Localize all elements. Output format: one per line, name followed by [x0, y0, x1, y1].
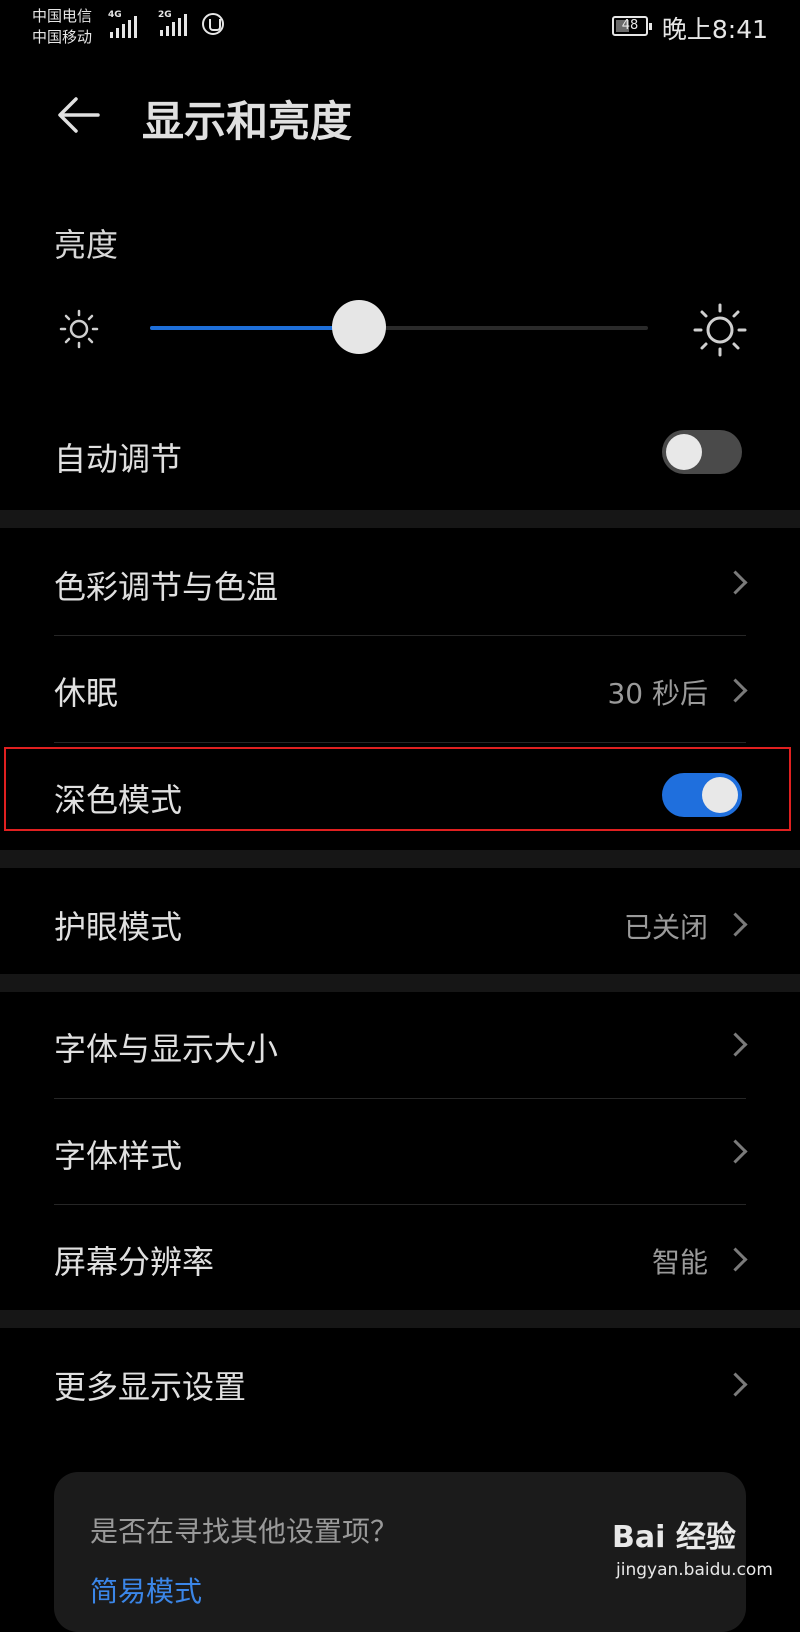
auto-adjust-toggle[interactable] [662, 430, 742, 474]
simple-mode-link[interactable]: 简易模式 [90, 1570, 202, 1610]
network-1-label: 4G [108, 10, 122, 20]
font-size-row[interactable]: 字体与显示大小 [0, 992, 800, 1098]
brightness-slider-fill [150, 326, 360, 330]
font-style-label: 字体样式 [54, 1137, 183, 1175]
section-separator [0, 974, 800, 992]
chevron-right-icon [723, 1139, 748, 1164]
battery-icon: 48 [612, 16, 652, 36]
sleep-label: 休眠 [54, 674, 119, 712]
eye-comfort-label: 护眼模式 [54, 908, 183, 946]
color-temp-label: 色彩调节与色温 [54, 568, 279, 606]
network-2-label: 2G [158, 10, 172, 20]
resolution-row[interactable]: 屏幕分辨率 智能 [0, 1205, 800, 1311]
brightness-label: 亮度 [54, 226, 119, 264]
sleep-row[interactable]: 休眠 30 秒后 [0, 636, 800, 742]
highlight-box [4, 747, 791, 831]
chevron-right-icon [723, 1247, 748, 1272]
eye-comfort-row[interactable]: 护眼模式 已关闭 [0, 868, 800, 974]
auto-adjust-row[interactable]: 自动调节 [0, 420, 800, 484]
page-title: 显示和亮度 [142, 97, 353, 146]
carrier-names: 中国电信 中国移动 [32, 6, 92, 48]
section-separator [0, 1310, 800, 1328]
font-style-row[interactable]: 字体样式 [0, 1099, 800, 1205]
brightness-slider[interactable] [150, 300, 648, 354]
eye-comfort-value: 已关闭 [623, 911, 708, 944]
back-button[interactable] [54, 90, 104, 140]
more-display-label: 更多显示设置 [54, 1368, 247, 1406]
battery-level: 48 [621, 18, 639, 33]
sun-large-icon [693, 303, 747, 357]
carrier-2: 中国移动 [32, 28, 93, 46]
chevron-right-icon [723, 570, 748, 595]
hand-gesture-icon [202, 13, 224, 35]
watermark-url: jingyan.baidu.com [616, 1560, 773, 1580]
suggestion-question: 是否在寻找其他设置项？ [90, 1515, 399, 1548]
color-temp-row[interactable]: 色彩调节与色温 [0, 528, 800, 634]
section-separator [0, 850, 800, 868]
font-size-label: 字体与显示大小 [54, 1030, 279, 1068]
carrier-1: 中国电信 [32, 7, 93, 25]
arrow-left-icon [58, 97, 100, 133]
chevron-right-icon [723, 678, 748, 703]
resolution-label: 屏幕分辨率 [54, 1243, 215, 1281]
chevron-right-icon [723, 1372, 748, 1397]
baidu-watermark: Bai 经验 jingyan.baidu.com [612, 1512, 773, 1584]
status-bar: 中国电信 中国移动 4G 2G 48 晚上8:41 [0, 0, 800, 56]
sun-small-icon [59, 309, 99, 349]
section-separator [0, 510, 800, 528]
clock: 晚上8:41 [661, 15, 768, 44]
signal-1-icon: 4G [108, 10, 137, 38]
watermark-brand: Bai 经验 [612, 1520, 736, 1555]
resolution-value: 智能 [651, 1246, 708, 1279]
signal-2-icon: 2G [158, 10, 187, 36]
brightness-slider-thumb[interactable] [332, 300, 387, 354]
more-display-row[interactable]: 更多显示设置 [0, 1328, 800, 1438]
auto-adjust-label: 自动调节 [54, 440, 183, 478]
chevron-right-icon [723, 912, 748, 937]
sleep-value: 30 秒后 [607, 677, 708, 710]
chevron-right-icon [723, 1032, 748, 1057]
